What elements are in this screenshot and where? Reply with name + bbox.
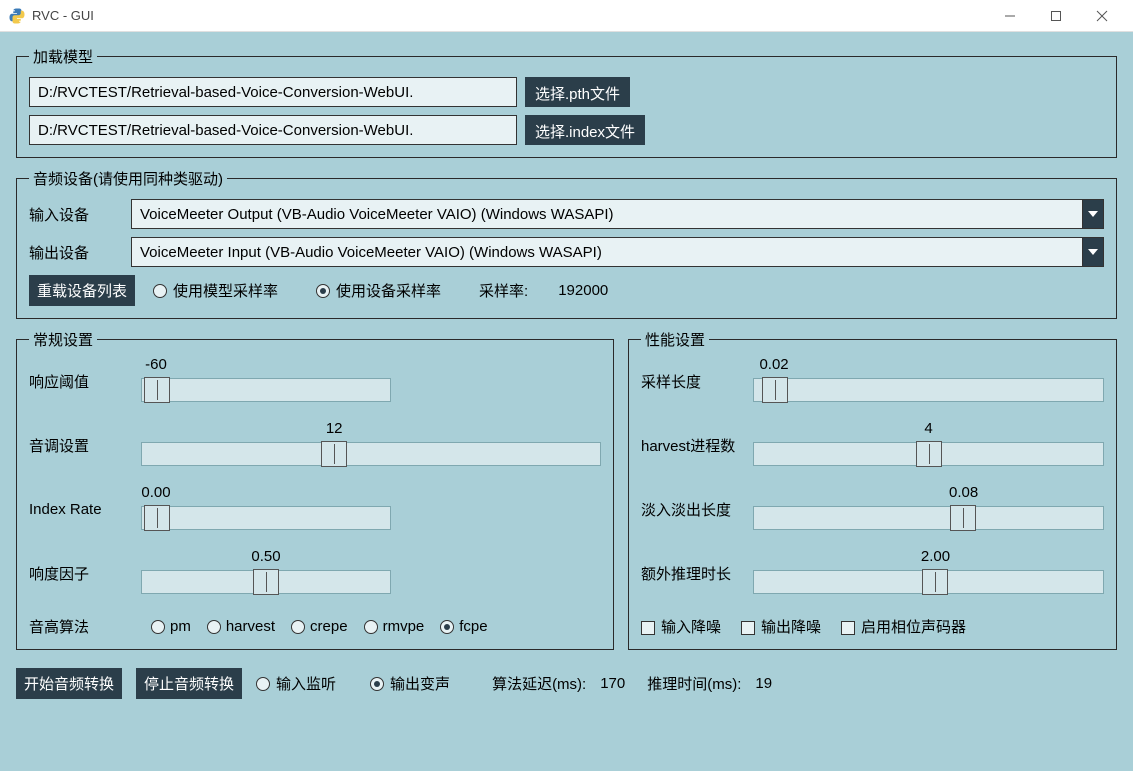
output-vc-label: 输出变声: [390, 673, 450, 694]
index-path-input[interactable]: [29, 115, 517, 145]
threshold-value: -60: [145, 356, 167, 373]
select-index-button[interactable]: 选择.index文件: [525, 115, 645, 145]
output-vc-radio[interactable]: 输出变声: [370, 673, 450, 694]
titlebar: RVC - GUI: [0, 0, 1133, 32]
output-device-label: 输出设备: [29, 242, 117, 263]
sample-rate-value: 192000: [558, 282, 608, 299]
output-device-select[interactable]: [131, 237, 1104, 267]
output-denoise-label: 输出降噪: [761, 619, 821, 636]
input-denoise-label: 输入降噪: [661, 619, 721, 636]
algo-rmvpe-radio[interactable]: rmvpe: [364, 618, 425, 635]
radio-icon: [207, 620, 221, 634]
threshold-label: 响应阈值: [29, 371, 141, 392]
algo-fcpe-radio[interactable]: fcpe: [440, 618, 487, 635]
algo-crepe-radio[interactable]: crepe: [291, 618, 348, 635]
algo-label: 音高算法: [29, 616, 141, 637]
harvest-procs-label: harvest进程数: [641, 435, 753, 456]
input-denoise-checkbox[interactable]: 输入降噪: [641, 616, 721, 637]
index-rate-value: 0.00: [141, 484, 170, 501]
start-conversion-button[interactable]: 开始音频转换: [16, 668, 122, 699]
loudness-slider[interactable]: 0.50: [141, 552, 391, 594]
reload-devices-button[interactable]: 重载设备列表: [29, 275, 135, 306]
dropdown-arrow-icon[interactable]: [1082, 199, 1104, 229]
sample-rate-label: 采样率:: [479, 280, 528, 301]
input-monitor-radio[interactable]: 输入监听: [256, 673, 336, 694]
window-title: RVC - GUI: [32, 8, 987, 23]
loudness-label: 响度因子: [29, 563, 141, 584]
general-settings-group: 常规设置 响应阈值 -60 音调设置 12 Index Rate 0.00: [16, 329, 614, 650]
perf-legend: 性能设置: [641, 329, 709, 350]
pitch-slider[interactable]: 12: [141, 424, 601, 466]
close-button[interactable]: [1079, 0, 1125, 32]
algo-pm-label: pm: [170, 618, 191, 635]
dropdown-arrow-icon[interactable]: [1082, 237, 1104, 267]
input-monitor-label: 输入监听: [276, 673, 336, 694]
radio-icon: [291, 620, 305, 634]
pth-path-input[interactable]: [29, 77, 517, 107]
pitch-value: 12: [326, 420, 343, 437]
performance-settings-group: 性能设置 采样长度 0.02 harvest进程数 4 淡入淡出长度 0.08: [628, 329, 1117, 650]
stop-conversion-button[interactable]: 停止音频转换: [136, 668, 242, 699]
infer-time-value: 19: [755, 675, 772, 692]
phase-vocoder-label: 启用相位声码器: [861, 619, 966, 636]
general-legend: 常规设置: [29, 329, 97, 350]
radio-icon: [151, 620, 165, 634]
phase-vocoder-checkbox[interactable]: 启用相位声码器: [841, 616, 966, 637]
bottom-bar: 开始音频转换 停止音频转换 输入监听 输出变声 算法延迟(ms): 170 推理…: [16, 668, 1117, 699]
radio-icon: [316, 284, 330, 298]
algo-pm-radio[interactable]: pm: [151, 618, 191, 635]
sample-length-value: 0.02: [759, 356, 788, 373]
algo-latency-value: 170: [600, 675, 625, 692]
algo-fcpe-label: fcpe: [459, 618, 487, 635]
checkbox-icon: [841, 621, 855, 635]
sample-length-slider[interactable]: 0.02: [753, 360, 1104, 402]
algo-crepe-label: crepe: [310, 618, 348, 635]
audio-device-legend: 音频设备(请使用同种类驱动): [29, 168, 227, 189]
harvest-procs-value: 4: [924, 420, 932, 437]
harvest-procs-slider[interactable]: 4: [753, 424, 1104, 466]
input-device-select[interactable]: [131, 199, 1104, 229]
radio-icon: [370, 677, 384, 691]
extra-infer-value: 2.00: [921, 548, 950, 565]
sr-model-label: 使用模型采样率: [173, 280, 278, 301]
sr-device-radio[interactable]: 使用设备采样率: [316, 280, 441, 301]
index-rate-slider[interactable]: 0.00: [141, 488, 391, 530]
algo-harvest-label: harvest: [226, 618, 275, 635]
threshold-slider[interactable]: -60: [141, 360, 391, 402]
input-device-label: 输入设备: [29, 204, 117, 225]
output-denoise-checkbox[interactable]: 输出降噪: [741, 616, 821, 637]
maximize-button[interactable]: [1033, 0, 1079, 32]
radio-icon: [364, 620, 378, 634]
index-rate-label: Index Rate: [29, 501, 141, 518]
audio-device-group: 音频设备(请使用同种类驱动) 输入设备 输出设备 重载设备列表 使用模型采样率: [16, 168, 1117, 319]
fade-length-slider[interactable]: 0.08: [753, 488, 1104, 530]
extra-infer-label: 额外推理时长: [641, 563, 753, 584]
sample-length-label: 采样长度: [641, 371, 753, 392]
algo-rmvpe-label: rmvpe: [383, 618, 425, 635]
sr-device-label: 使用设备采样率: [336, 280, 441, 301]
load-model-legend: 加载模型: [29, 46, 97, 67]
algo-latency-label: 算法延迟(ms):: [492, 673, 586, 694]
load-model-group: 加载模型 选择.pth文件 选择.index文件: [16, 46, 1117, 158]
loudness-value: 0.50: [251, 548, 280, 565]
checkbox-icon: [641, 621, 655, 635]
select-pth-button[interactable]: 选择.pth文件: [525, 77, 630, 107]
radio-icon: [153, 284, 167, 298]
output-device-value[interactable]: [131, 237, 1082, 267]
extra-infer-slider[interactable]: 2.00: [753, 552, 1104, 594]
content-area: 加载模型 选择.pth文件 选择.index文件 音频设备(请使用同种类驱动) …: [0, 32, 1133, 771]
checkbox-icon: [741, 621, 755, 635]
algo-harvest-radio[interactable]: harvest: [207, 618, 275, 635]
pitch-label: 音调设置: [29, 435, 141, 456]
infer-time-label: 推理时间(ms):: [647, 673, 741, 694]
app-icon: [8, 7, 26, 25]
fade-length-value: 0.08: [949, 484, 978, 501]
input-device-value[interactable]: [131, 199, 1082, 229]
radio-icon: [440, 620, 454, 634]
sr-model-radio[interactable]: 使用模型采样率: [153, 280, 278, 301]
radio-icon: [256, 677, 270, 691]
window-controls: [987, 0, 1125, 32]
minimize-button[interactable]: [987, 0, 1033, 32]
fade-length-label: 淡入淡出长度: [641, 499, 753, 520]
